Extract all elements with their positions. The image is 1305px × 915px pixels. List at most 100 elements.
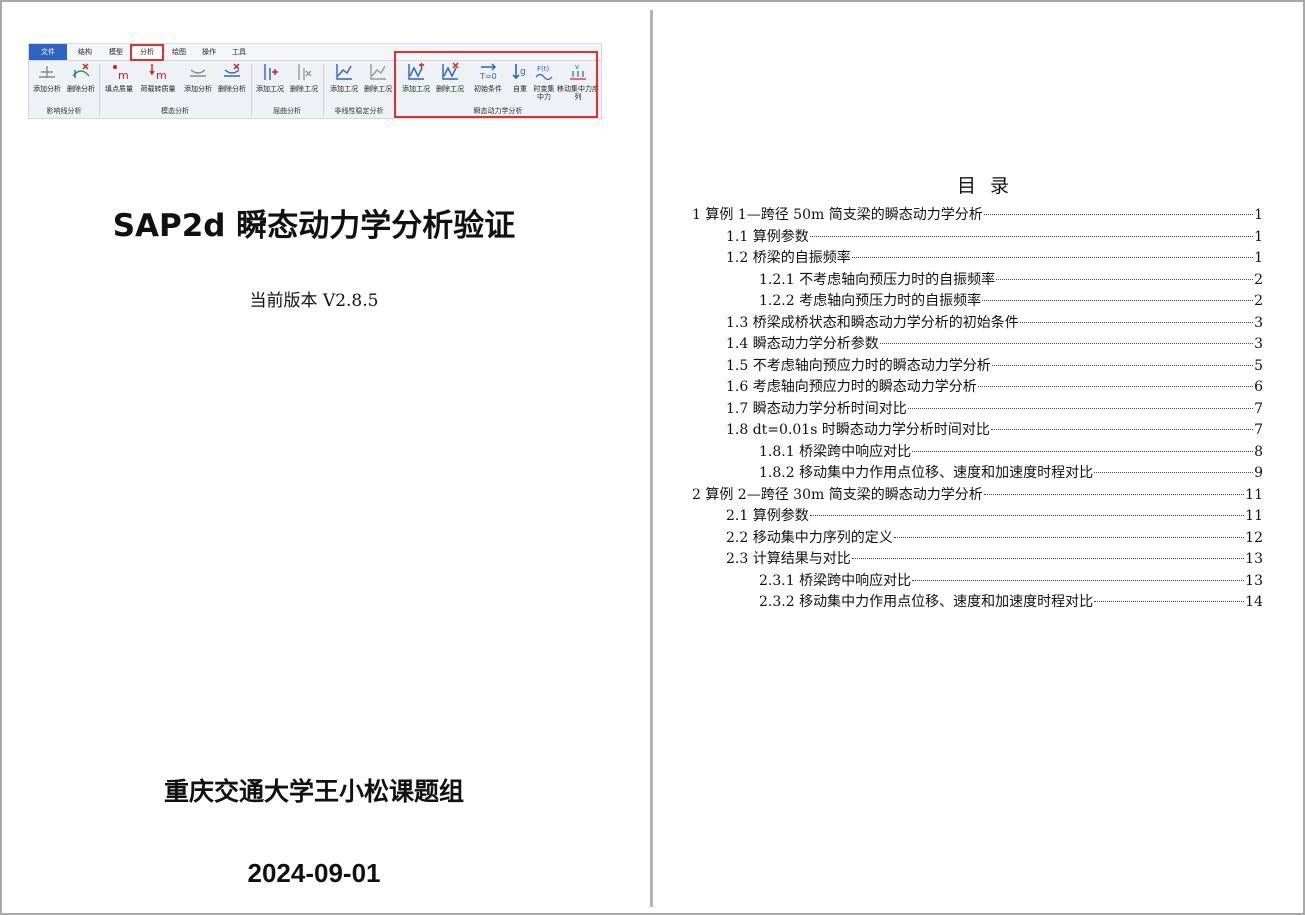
toc-leader-dots: [907, 407, 1254, 409]
nonlinear-delete-icon: [370, 64, 386, 80]
toc-entry-text: 2 算例 2—跨径 30m 简支梁的瞬态动力学分析: [692, 484, 983, 506]
toc-page-number: 5: [1254, 357, 1263, 374]
toc-leader-dots: [809, 515, 1245, 516]
tab-structure[interactable]: 结构: [73, 46, 97, 58]
toc-leader-dots: [990, 429, 1254, 430]
influence-delete-button[interactable]: 删除分析: [64, 62, 98, 93]
toc-leader-dots: [879, 343, 1254, 344]
toc-entry[interactable]: 1 算例 1—跨径 50m 简支梁的瞬态动力学分析 1: [692, 205, 1263, 227]
toc-leader-dots: [982, 300, 1254, 301]
buckling-add-button[interactable]: 添加工况: [253, 62, 287, 93]
influence-add-icon: [39, 66, 55, 78]
modal-add-button[interactable]: 添加分析: [181, 62, 215, 93]
toc-page-number: 12: [1245, 529, 1263, 546]
point-mass-icon: m: [113, 65, 129, 82]
toc-entry[interactable]: 2.3.1 桥梁跨中响应对比 13: [692, 570, 1263, 592]
toc-leader-dots: [996, 278, 1254, 280]
toc-page-number: 13: [1245, 551, 1263, 567]
toc-entry[interactable]: 2.3 计算结果与对比 13: [692, 549, 1263, 571]
toc-entry[interactable]: 1.8 dt=0.01s 时瞬态动力学分析时间对比 7: [692, 420, 1263, 442]
page-divider: [650, 10, 653, 907]
toc-entry-text: 2.1 算例参数: [726, 506, 809, 528]
toc-page-number: 2: [1254, 271, 1263, 288]
button-label: 添加分析: [33, 85, 61, 93]
toc-entry[interactable]: 2.3.2 移动集中力作用点位移、速度和加速度时程对比 14: [692, 592, 1263, 614]
toc-entry-text: 2.3 计算结果与对比: [726, 549, 851, 571]
toc-entry[interactable]: 1.8.1 桥梁跨中响应对比 8: [692, 441, 1263, 463]
tab-tools[interactable]: 工具: [227, 46, 251, 58]
point-mass-button[interactable]: m 填点质量: [101, 62, 137, 93]
group-label-nonlinear: 非线性稳定分析: [334, 107, 384, 115]
toc-entry[interactable]: 1.7 瞬态动力学分析时间对比 7: [692, 398, 1263, 420]
toc-entry[interactable]: 1.2.1 不考虑轴向预压力时的自振频率 2: [692, 269, 1263, 291]
toc-entry[interactable]: 1.2.2 考虑轴向预压力时的自振频率 2: [692, 291, 1263, 313]
cover-version: 当前版本 V2.8.5: [249, 291, 379, 311]
button-label: 填点质量: [105, 85, 133, 93]
button-label: 删除工况: [364, 85, 392, 93]
svg-text:m: m: [118, 69, 129, 82]
toc-page-number: 3: [1254, 336, 1263, 352]
toc-entry-text: 1.2 桥梁的自振频率: [726, 248, 851, 270]
influence-delete-icon: [72, 63, 90, 78]
toc-leader-dots: [1094, 601, 1245, 602]
toc-entry-text: 1 算例 1—跨径 50m 简支梁的瞬态动力学分析: [692, 205, 983, 227]
toc-leader-dots: [991, 364, 1254, 366]
toc-entry[interactable]: 1.1 算例参数 1: [692, 226, 1263, 248]
toc-entry-text: 1.4 瞬态动力学分析参数: [726, 334, 879, 356]
toc-title: 目录: [956, 175, 1023, 197]
group-label-buckling: 屈曲分析: [273, 107, 301, 115]
button-label: 添加工况: [256, 85, 284, 93]
tab-file[interactable]: 文件: [29, 44, 67, 60]
cover-title: SAP2d 瞬态动力学分析验证: [112, 208, 516, 244]
toc-page-number: 9: [1254, 465, 1263, 481]
button-label: 添加分析: [184, 85, 212, 93]
load-to-mass-icon: m: [149, 64, 167, 82]
toc-entry-text: 2.3.2 移动集中力作用点位移、速度和加速度时程对比: [759, 592, 1094, 614]
cover-date: 2024-09-01: [247, 858, 381, 888]
toc-entry[interactable]: 1.2 桥梁的自振频率 1: [692, 248, 1263, 270]
toc-entry-text: 1.2.1 不考虑轴向预压力时的自振频率: [759, 269, 996, 291]
button-label: 删除分析: [218, 85, 246, 93]
toc-page-number: 14: [1245, 594, 1263, 610]
toc-entry-text: 1.8.2 移动集中力作用点位移、速度和加速度时程对比: [759, 463, 1094, 485]
modal-delete-button[interactable]: 删除分析: [215, 62, 249, 93]
nonlinear-add-button[interactable]: 添加工况: [327, 62, 361, 93]
toc-page-number: 3: [1254, 314, 1263, 331]
buckling-delete-button[interactable]: 删除工况: [287, 62, 321, 93]
toc-entry[interactable]: 1.6 考虑轴向预应力时的瞬态动力学分析 6: [692, 377, 1263, 399]
toc-leader-dots: [893, 536, 1245, 538]
tab-analysis[interactable]: 分析: [130, 44, 164, 61]
toc-entry[interactable]: 1.5 不考虑轴向预应力时的瞬态动力学分析 5: [692, 355, 1263, 377]
toc-leader-dots: [912, 450, 1254, 452]
group-label-influence: 影响线分析: [46, 107, 82, 115]
toc-page-number: 13: [1245, 572, 1263, 589]
toc-page-number: 11: [1245, 508, 1263, 524]
toc-entry[interactable]: 1.8.2 移动集中力作用点位移、速度和加速度时程对比 9: [692, 463, 1263, 485]
toc-leader-dots: [851, 558, 1245, 559]
toc-leader-dots: [983, 214, 1254, 215]
button-label: 添加工况: [330, 85, 358, 93]
toc-entry[interactable]: 2.1 算例参数 11: [692, 506, 1263, 528]
toc-entry-text: 1.3 桥梁成桥状态和瞬态动力学分析的初始条件: [726, 312, 1019, 334]
group-label-modal: 模态分析: [161, 107, 189, 115]
toc-entry[interactable]: 1.3 桥梁成桥状态和瞬态动力学分析的初始条件 3: [692, 312, 1263, 334]
toc-entry[interactable]: 1.4 瞬态动力学分析参数 3: [692, 334, 1263, 356]
toc-entry[interactable]: 2.2 移动集中力序列的定义 12: [692, 527, 1263, 549]
tab-model[interactable]: 模型: [104, 46, 128, 58]
load-to-mass-button[interactable]: m 荷载转质量: [137, 62, 179, 93]
buckling-add-icon: [264, 64, 278, 80]
toc-entry-text: 2.2 移动集中力序列的定义: [726, 527, 893, 549]
tab-draw[interactable]: 绘图: [167, 46, 191, 58]
toc-entry-text: 1.6 考虑轴向预应力时的瞬态动力学分析: [726, 377, 977, 399]
nonlinear-delete-button[interactable]: 删除工况: [361, 62, 395, 93]
toc-leader-dots: [1094, 472, 1254, 473]
toc-entry[interactable]: 2 算例 2—跨径 30m 简支梁的瞬态动力学分析 11: [692, 484, 1263, 506]
toc-page-number: 11: [1245, 486, 1263, 503]
button-label: 删除工况: [290, 85, 318, 93]
toc-entry-text: 1.8 dt=0.01s 时瞬态动力学分析时间对比: [726, 420, 990, 442]
influence-add-button[interactable]: 添加分析: [30, 62, 64, 93]
transient-group-highlight: [394, 51, 598, 118]
toc-entry-text: 2.3.1 桥梁跨中响应对比: [759, 570, 912, 592]
toc-page-number: 7: [1254, 400, 1263, 417]
tab-operate[interactable]: 操作: [197, 46, 221, 58]
